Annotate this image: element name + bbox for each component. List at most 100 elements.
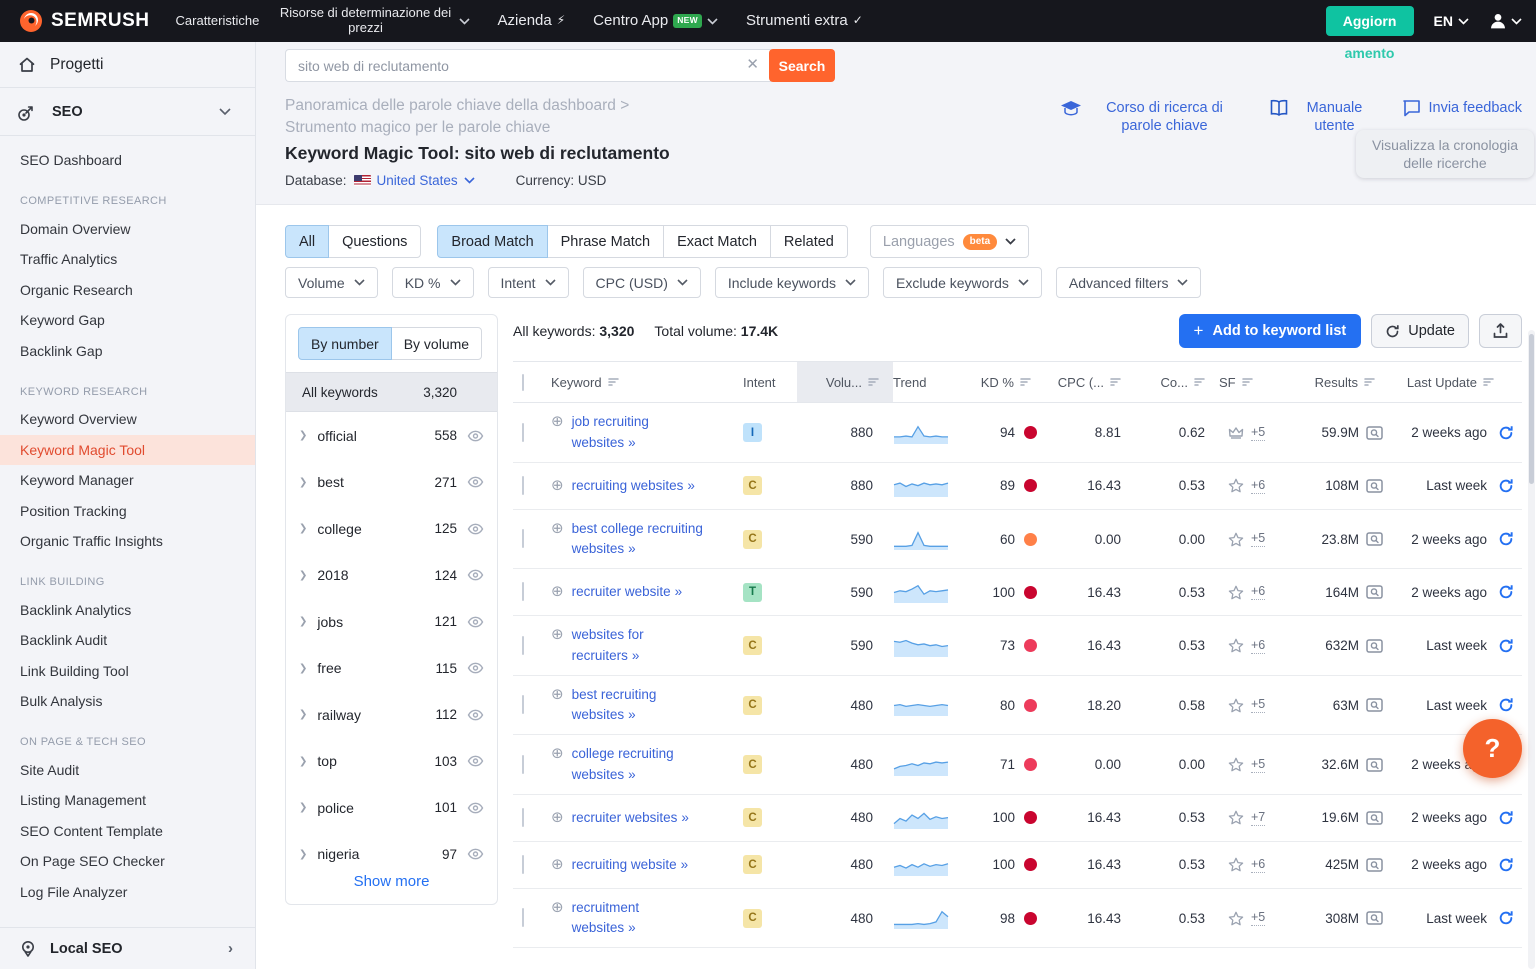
serp-preview-icon[interactable] (1366, 758, 1383, 772)
sidebar-item-domain-overview[interactable]: Domain Overview (0, 214, 255, 245)
sidebar-item-keyword-manager[interactable]: Keyword Manager (0, 465, 255, 496)
keyword-link[interactable]: recruiter websites» (572, 808, 688, 828)
add-keyword-icon[interactable]: ⊕ (551, 685, 564, 705)
sidebar-item-backlink-audit[interactable]: Backlink Audit (0, 625, 255, 656)
scrollbar-thumb[interactable] (1529, 334, 1534, 484)
eye-icon[interactable] (467, 709, 484, 721)
refresh-icon[interactable] (1498, 810, 1514, 826)
refresh-icon[interactable] (1498, 478, 1514, 494)
sort-icon[interactable] (1020, 377, 1031, 387)
serp-preview-icon[interactable] (1366, 858, 1383, 872)
sidebar-item-listing-management[interactable]: Listing Management (0, 785, 255, 816)
keyword-link[interactable]: recruitment websites» (572, 898, 704, 939)
sidebar-item-bulk-analysis[interactable]: Bulk Analysis (0, 686, 255, 717)
serp-preview-icon[interactable] (1366, 911, 1383, 925)
keyword-link[interactable]: college recruiting websites» (572, 744, 704, 785)
tab-broad-match[interactable]: Broad Match (437, 225, 547, 258)
sidebar-seo-header[interactable]: SEO (0, 88, 255, 136)
refresh-metrics-icon[interactable] (1498, 531, 1514, 547)
sf-count[interactable]: +5 (1251, 425, 1265, 441)
group-row-police[interactable]: ❯police101 (286, 784, 497, 831)
language-selector[interactable]: EN (1434, 13, 1469, 29)
open-keyword-icon[interactable]: » (628, 920, 635, 935)
sidebar-item-on-page-seo-checker[interactable]: On Page SEO Checker (0, 846, 255, 877)
col-intent[interactable]: Intent (743, 362, 797, 402)
filter-exclude-keywords[interactable]: Exclude keywords (883, 267, 1042, 298)
serp-preview-icon[interactable] (1366, 698, 1383, 712)
serp-preview-icon[interactable] (1366, 911, 1383, 925)
row-checkbox[interactable] (522, 423, 524, 442)
add-keyword-icon[interactable]: ⊕ (551, 412, 564, 432)
sf-count[interactable]: +5 (1251, 697, 1265, 713)
refresh-metrics-icon[interactable] (1498, 857, 1514, 873)
row-checkbox[interactable] (522, 582, 524, 601)
sidebar-item-traffic-analytics[interactable]: Traffic Analytics (0, 244, 255, 275)
open-keyword-icon[interactable]: » (632, 648, 639, 663)
refresh-icon[interactable] (1498, 697, 1514, 713)
all-keywords-group[interactable]: All keywords 3,320 (286, 372, 497, 412)
refresh-icon[interactable] (1498, 857, 1514, 873)
upgrade-button[interactable]: Aggiorn amento (1326, 6, 1414, 36)
clear-search-icon[interactable]: ✕ (746, 57, 759, 72)
tab-related[interactable]: Related (770, 225, 848, 258)
eye-icon[interactable] (467, 709, 484, 721)
add-keyword-icon[interactable]: ⊕ (551, 476, 564, 496)
refresh-metrics-icon[interactable] (1498, 425, 1514, 441)
sidebar-item-link-building-tool[interactable]: Link Building Tool (0, 656, 255, 687)
eye-icon[interactable] (467, 802, 484, 814)
sf-count[interactable]: +5 (1251, 910, 1265, 926)
sf-count[interactable]: +6 (1251, 584, 1265, 600)
database-selector[interactable]: United States (354, 173, 475, 188)
sidebar-item-log-file-analyzer[interactable]: Log File Analyzer (0, 877, 255, 908)
group-row-free[interactable]: ❯free115 (286, 645, 497, 692)
refresh-metrics-icon[interactable] (1498, 584, 1514, 600)
filter-include-keywords[interactable]: Include keywords (715, 267, 869, 298)
filter-intent[interactable]: Intent (488, 267, 569, 298)
eye-icon[interactable] (467, 755, 484, 767)
eye-icon[interactable] (467, 616, 484, 628)
refresh-icon[interactable] (1498, 584, 1514, 600)
sidebar-local-seo[interactable]: Local SEO › (0, 927, 255, 969)
sort-icon[interactable] (1194, 377, 1205, 387)
sidebar-item-keyword-gap[interactable]: Keyword Gap (0, 305, 255, 336)
refresh-icon[interactable] (1498, 531, 1514, 547)
sort-icon[interactable] (868, 377, 879, 387)
add-keyword-icon[interactable]: ⊕ (551, 855, 564, 875)
serp-preview-icon[interactable] (1366, 698, 1383, 712)
sidebar-item-organic-traffic-insights[interactable]: Organic Traffic Insights (0, 526, 255, 557)
keyword-search-input[interactable] (285, 49, 771, 82)
add-keyword-icon[interactable]: ⊕ (551, 898, 564, 918)
add-to-keyword-list-button[interactable]: +Add to keyword list (1179, 314, 1362, 348)
sidebar-item-seo-dashboard[interactable]: SEO Dashboard (0, 145, 255, 176)
eye-icon[interactable] (467, 802, 484, 814)
serp-preview-icon[interactable] (1366, 479, 1383, 493)
add-keyword-icon[interactable]: ⊕ (551, 808, 564, 828)
sidebar-item-site-audit[interactable]: Site Audit (0, 755, 255, 786)
sidebar-item-backlink-gap[interactable]: Backlink Gap (0, 336, 255, 367)
refresh-icon[interactable] (1498, 638, 1514, 654)
col-keyword[interactable]: Keyword (551, 362, 743, 402)
sidebar-item-keyword-magic-tool[interactable]: Keyword Magic Tool (0, 435, 255, 466)
open-keyword-icon[interactable]: » (687, 478, 694, 493)
refresh-icon[interactable] (1498, 425, 1514, 441)
nav-item-risorse-di-determinazione-dei-prezzi[interactable]: Risorse di determinazione dei prezzi (278, 6, 470, 36)
nav-item-azienda[interactable]: Azienda⚡ (498, 12, 566, 29)
row-checkbox[interactable] (522, 695, 524, 714)
filter-kd-%[interactable]: KD % (392, 267, 474, 298)
sf-count[interactable]: +6 (1251, 638, 1265, 654)
open-keyword-icon[interactable]: » (675, 584, 682, 599)
keyword-link[interactable]: recruiting websites» (572, 476, 694, 496)
refresh-metrics-icon[interactable] (1498, 638, 1514, 654)
sort-icon[interactable] (608, 377, 619, 387)
serp-preview-icon[interactable] (1366, 858, 1383, 872)
nav-item-caratteristiche[interactable]: Caratteristiche (176, 14, 250, 29)
serp-preview-icon[interactable] (1366, 426, 1383, 440)
group-row-railway[interactable]: ❯railway112 (286, 691, 497, 738)
eye-icon[interactable] (467, 616, 484, 628)
show-more-link[interactable]: Show more (286, 873, 497, 890)
semrush-logo[interactable]: SEMRUSH (18, 8, 150, 34)
eye-icon[interactable] (467, 662, 484, 674)
add-keyword-icon[interactable]: ⊕ (551, 744, 564, 764)
languages-dropdown[interactable]: Languages beta (870, 225, 1029, 258)
serp-preview-icon[interactable] (1366, 639, 1383, 653)
